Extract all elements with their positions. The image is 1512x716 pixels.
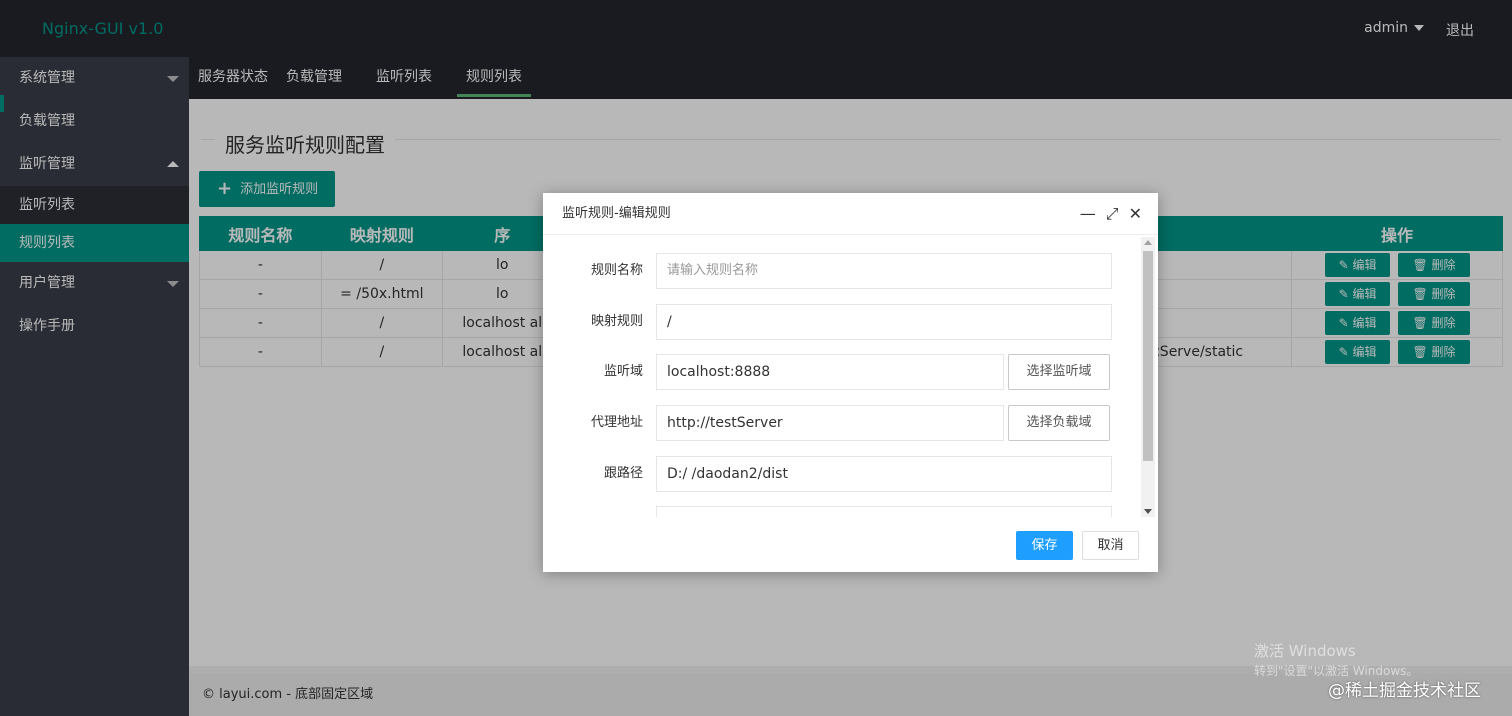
windows-activation-watermark: 激活 Windows [1254, 642, 1356, 660]
minimize-icon[interactable]: — [1080, 193, 1096, 235]
form-row-proxy: 代理地址 http://testServer 选择负载域 [543, 405, 1143, 441]
root-path-input[interactable]: D:/ /daodan2/dist [656, 456, 1112, 492]
form-row-listen: 监听域 localhost:8888 选择监听域 [543, 354, 1143, 390]
form-row-name: 规则名称 请输入规则名称 [543, 253, 1143, 289]
scroll-up-icon[interactable] [1144, 240, 1152, 245]
listen-domain-input[interactable]: localhost:8888 [656, 354, 1004, 390]
proxy-label: 代理地址 [590, 415, 643, 430]
close-icon[interactable]: ✕ [1129, 193, 1142, 235]
scroll-down-icon[interactable] [1144, 509, 1152, 514]
dialog-form: 规则名称 请输入规则名称 映射规则 / 监听域 localhost:8888 选… [543, 235, 1143, 517]
form-row-path: 跟路径 D:/ /daodan2/dist [543, 456, 1143, 492]
dialog-title: 监听规则-编辑规则 [562, 206, 671, 221]
maximize-icon[interactable]: ⤢ [1106, 193, 1119, 235]
name-label: 规则名称 [590, 263, 643, 278]
rule-name-input[interactable]: 请输入规则名称 [656, 253, 1112, 289]
form-row-map: 映射规则 / [543, 304, 1143, 340]
edit-rule-dialog: 监听规则-编辑规则 — ⤢ ✕ 规则名称 请输入规则名称 映射规则 / 监听域 … [543, 193, 1158, 572]
select-load-button[interactable]: 选择负载域 [1008, 405, 1110, 441]
proxy-address-input[interactable]: http://testServer [656, 405, 1004, 441]
partial-input[interactable] [656, 506, 1112, 517]
dialog-header: 监听规则-编辑规则 — ⤢ ✕ [543, 193, 1158, 235]
source-watermark: @稀土掘金技术社区 [1328, 681, 1481, 701]
map-rule-input[interactable]: / [656, 304, 1112, 340]
cancel-button[interactable]: 取消 [1082, 531, 1139, 560]
listen-label: 监听域 [603, 364, 643, 379]
scrollbar-thumb[interactable] [1143, 251, 1153, 461]
path-label: 跟路径 [603, 466, 643, 481]
dialog-scrollbar[interactable] [1141, 237, 1155, 517]
save-button[interactable]: 保存 [1016, 531, 1073, 560]
form-row-partial [543, 506, 1143, 517]
map-label: 映射规则 [590, 314, 643, 329]
select-listen-button[interactable]: 选择监听域 [1008, 354, 1110, 390]
